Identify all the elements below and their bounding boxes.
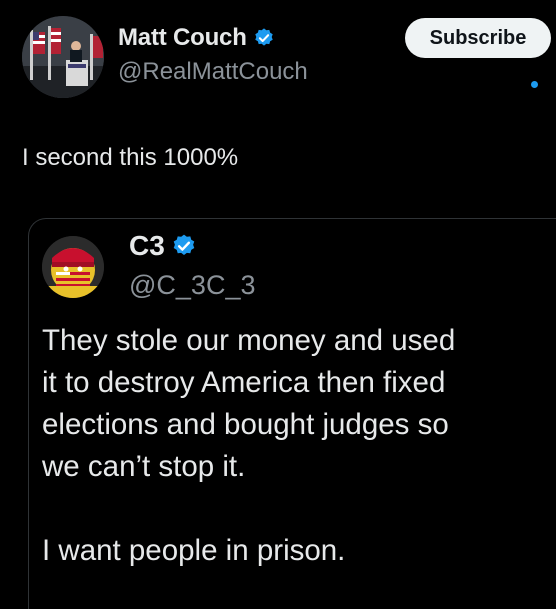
quoted-text-line: it to destroy America then fixed bbox=[42, 366, 446, 399]
quoted-avatar-image bbox=[42, 236, 104, 298]
quoted-text-line: They stole our money and used bbox=[42, 324, 456, 357]
quoted-author-name[interactable]: C3 bbox=[129, 230, 165, 262]
tweet-view: Matt Couch @RealMattCouch Subscribe I se… bbox=[0, 0, 556, 609]
subscribe-button[interactable]: Subscribe bbox=[405, 18, 551, 58]
quoted-avatar[interactable] bbox=[42, 236, 104, 298]
verified-badge-icon bbox=[171, 233, 197, 259]
avatar-image bbox=[22, 16, 104, 98]
author-name-row[interactable]: Matt Couch bbox=[118, 24, 275, 52]
quoted-text-line: elections and bought judges so bbox=[42, 408, 449, 441]
quoted-author-name-row[interactable]: C3 bbox=[129, 230, 197, 262]
quoted-author-handle[interactable]: @C_3C_3 bbox=[129, 270, 255, 301]
quoted-text-line: we can’t stop it. bbox=[42, 450, 246, 483]
author-handle[interactable]: @RealMattCouch bbox=[118, 58, 308, 86]
author-name[interactable]: Matt Couch bbox=[118, 24, 247, 52]
quoted-text-final-line: I want people in prison. bbox=[42, 534, 346, 567]
tweet-text: I second this 1000% bbox=[22, 144, 239, 171]
verified-badge-icon bbox=[253, 27, 275, 49]
notification-dot bbox=[531, 81, 538, 88]
quoted-tweet-text: They stole our money and used it to dest… bbox=[42, 320, 547, 572]
avatar[interactable] bbox=[22, 16, 104, 98]
